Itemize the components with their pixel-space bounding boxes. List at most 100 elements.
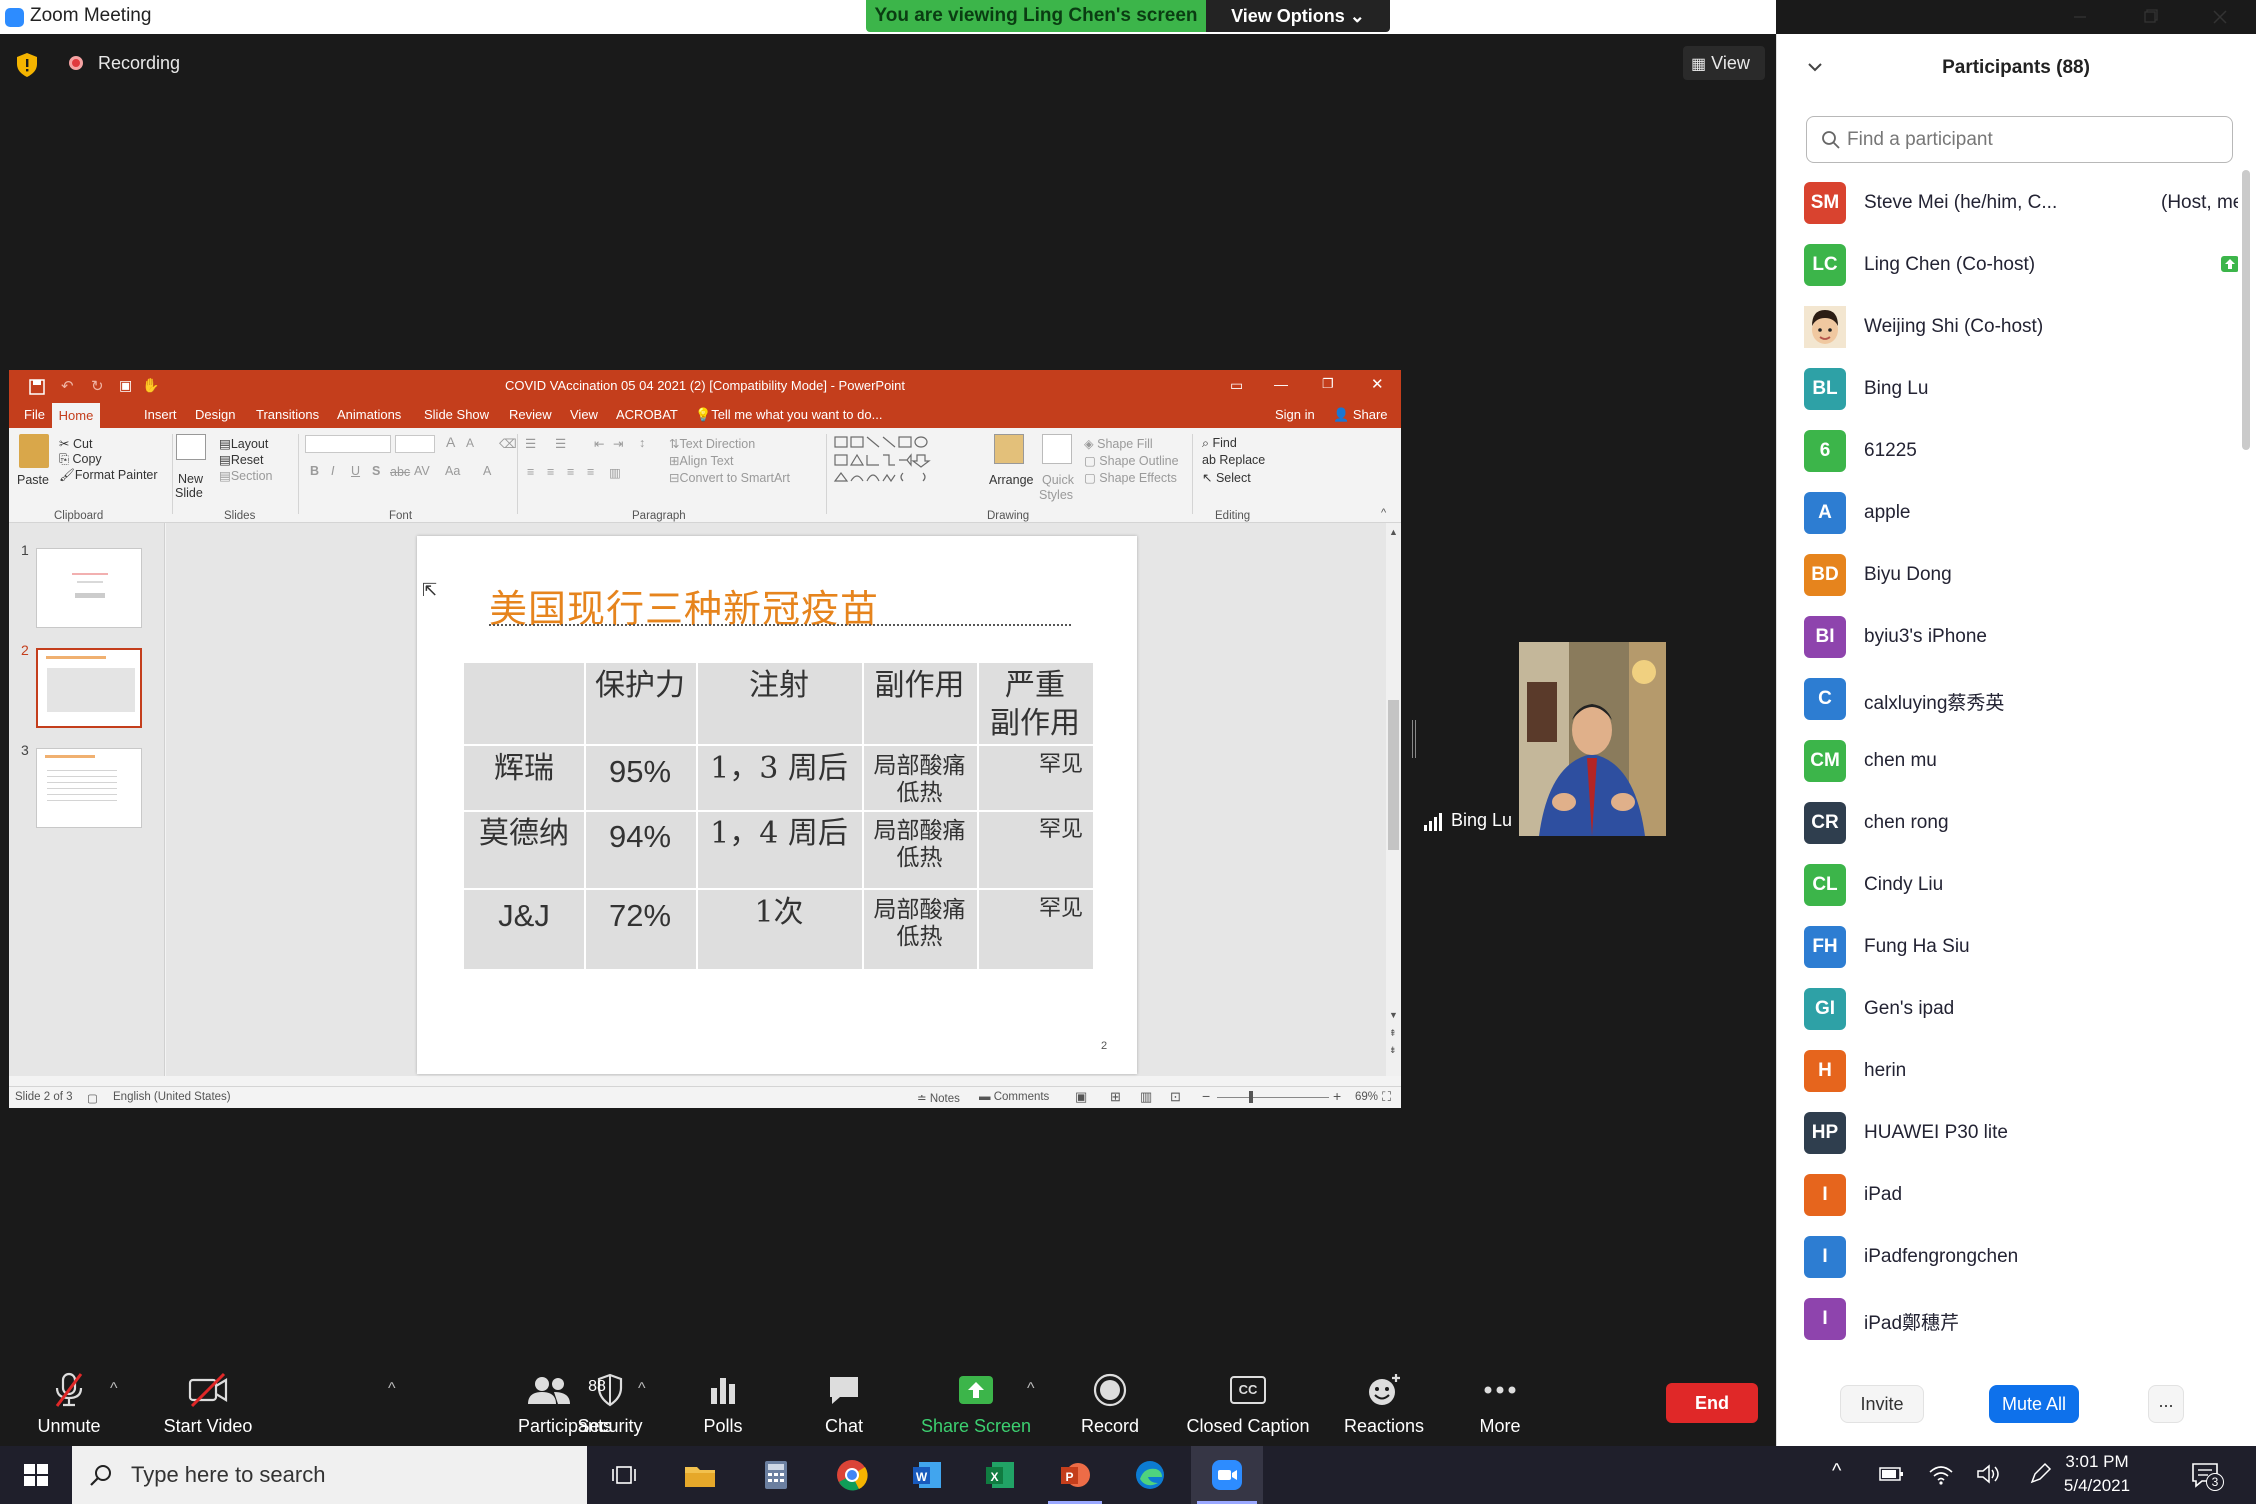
shape-effects-button[interactable]: ▢ Shape Effects [1084, 470, 1177, 485]
tab-acrobat[interactable]: ACROBAT [616, 407, 678, 422]
excel-button[interactable]: X [964, 1446, 1036, 1504]
scroll-up-icon[interactable]: ▲ [1389, 527, 1398, 537]
participant-row[interactable]: IiPad [1776, 1160, 2238, 1222]
edge-button[interactable] [1114, 1446, 1186, 1504]
ppt-close-icon[interactable]: ✕ [1371, 375, 1384, 393]
participant-row[interactable]: IiPadfengrongchen [1776, 1222, 2238, 1284]
find-button[interactable]: ⌕ Find [1202, 436, 1237, 451]
zoom-in-icon[interactable]: + [1333, 1088, 1341, 1104]
tab-home[interactable]: Home [52, 403, 100, 428]
word-button[interactable]: W [891, 1446, 963, 1504]
share-screen-button[interactable]: Share Screen [921, 1370, 1031, 1437]
participants-caret-icon[interactable]: ^ [638, 1380, 646, 1398]
paste-icon[interactable] [19, 434, 49, 468]
zoom-taskbar-button[interactable] [1191, 1446, 1263, 1504]
record-button[interactable]: Record [1070, 1370, 1150, 1437]
reading-view-icon[interactable]: ▥ [1140, 1089, 1152, 1105]
tab-transitions[interactable]: Transitions [256, 407, 319, 422]
tab-design[interactable]: Design [195, 407, 235, 422]
underline-icon[interactable]: U [351, 464, 360, 478]
shape-fill-button[interactable]: ◈ Shape Fill [1084, 436, 1153, 451]
next-slide-icon[interactable]: ⇟ [1389, 1045, 1397, 1056]
more-options-button[interactable]: ... [2148, 1385, 2184, 1423]
volume-icon[interactable] [1976, 1462, 2002, 1486]
file-explorer-button[interactable] [664, 1446, 736, 1504]
slideshow-view-icon[interactable]: ⊡ [1170, 1089, 1181, 1105]
italic-icon[interactable]: I [331, 464, 334, 478]
participant-row[interactable]: BD Biyu Dong [1776, 540, 2238, 602]
spellcheck-icon[interactable]: ▢ [87, 1091, 98, 1105]
video-tile-bing-lu[interactable] [1519, 642, 1666, 836]
zoom-level[interactable]: 69% [1355, 1091, 1378, 1103]
quick-styles-label-2[interactable]: Styles [1039, 488, 1073, 502]
minimize-button[interactable] [2045, 0, 2115, 34]
participant-row[interactable]: Weijing Shi (Co-host) [1776, 292, 2238, 354]
new-slide-icon[interactable] [176, 434, 206, 460]
tab-slide-show[interactable]: Slide Show [424, 407, 489, 422]
scroll-down-icon[interactable]: ▼ [1389, 1010, 1398, 1020]
audio-options-caret-icon[interactable]: ^ [110, 1380, 118, 1398]
align-left-icon[interactable]: ≡ [527, 465, 534, 479]
start-video-button[interactable]: Start Video [152, 1370, 264, 1437]
ppt-share-button[interactable]: 👤 Share [1333, 407, 1388, 423]
tab-file[interactable]: File [24, 407, 45, 422]
participant-row[interactable]: CL Cindy Liu [1776, 850, 2238, 912]
slide-thumbnail-1[interactable] [36, 548, 142, 628]
sign-in-link[interactable]: Sign in [1275, 407, 1315, 422]
text-direction-button[interactable]: ⇅Text Direction [669, 436, 755, 451]
participant-row[interactable]: FH Fung Ha Siu [1776, 912, 2238, 974]
tab-animations[interactable]: Animations [337, 407, 401, 422]
select-button[interactable]: ↖ Select [1202, 470, 1251, 485]
slide-thumbnail-2[interactable] [36, 648, 142, 728]
search-input[interactable] [1847, 117, 2227, 162]
clear-format-icon[interactable]: ⌫ [499, 436, 517, 451]
participant-row[interactable]: Aapple [1776, 478, 2238, 540]
shapes-gallery-icon[interactable] [833, 434, 973, 492]
font-color-icon[interactable]: A [483, 464, 491, 478]
increase-indent-icon[interactable]: ⇥ [613, 436, 623, 451]
task-view-button[interactable] [588, 1446, 660, 1504]
shadow-icon[interactable]: S [372, 464, 380, 478]
mute-all-button[interactable]: Mute All [1989, 1385, 2079, 1423]
section-button[interactable]: ▤Section [219, 468, 273, 483]
participant-search[interactable] [1806, 116, 2233, 163]
shape-outline-button[interactable]: ▢ Shape Outline [1084, 453, 1179, 468]
replace-button[interactable]: ab Replace [1202, 453, 1265, 467]
char-spacing-icon[interactable]: AV [414, 464, 430, 478]
participant-row[interactable]: SMSteve Mei (he/him, C...(Host, me) [1776, 168, 2238, 230]
bullets-icon[interactable]: ☰ [525, 436, 536, 451]
align-text-button[interactable]: ⊞Align Text [669, 453, 733, 468]
prev-slide-icon[interactable]: ⇞ [1389, 1028, 1397, 1039]
polls-button[interactable]: Polls [683, 1370, 763, 1437]
participant-row[interactable]: BL Bing Lu [1776, 354, 2238, 416]
pen-icon[interactable] [2028, 1462, 2052, 1486]
participant-row[interactable]: Hherin [1776, 1036, 2238, 1098]
layout-button[interactable]: ▤Layout [219, 436, 268, 451]
wifi-icon[interactable] [1928, 1462, 1954, 1486]
arrange-label[interactable]: Arrange [989, 473, 1033, 487]
convert-smartart-button[interactable]: ⊟Convert to SmartArt [669, 470, 790, 485]
participant-row[interactable]: HP HUAWEI P30 lite [1776, 1098, 2238, 1160]
powerpoint-button[interactable]: P [1039, 1446, 1111, 1504]
tab-insert[interactable]: Insert [144, 407, 177, 422]
shield-icon[interactable] [14, 51, 40, 79]
participant-row[interactable]: LC Ling Chen (Co-host) [1776, 230, 2238, 292]
align-right-icon[interactable]: ≡ [567, 465, 574, 479]
language-status[interactable]: English (United States) [113, 1091, 231, 1103]
tab-view[interactable]: View [570, 407, 598, 422]
zoom-out-icon[interactable]: − [1202, 1088, 1210, 1104]
participants-button[interactable]: 88 Participants [515, 1370, 615, 1437]
divider-handle[interactable] [1412, 720, 1416, 758]
font-family-select[interactable] [305, 435, 391, 453]
participant-row[interactable]: Ccalxluying蔡秀英 [1776, 664, 2238, 726]
bold-icon[interactable]: B [310, 464, 319, 478]
font-grow-icon[interactable]: A [446, 434, 455, 450]
justify-icon[interactable]: ≡ [587, 465, 594, 479]
chat-button[interactable]: Chat [806, 1370, 882, 1437]
font-size-select[interactable] [395, 435, 435, 453]
chrome-button[interactable] [816, 1446, 888, 1504]
notes-button[interactable]: ≐ Notes [917, 1091, 960, 1105]
ppt-restore-icon[interactable]: ❐ [1322, 376, 1334, 392]
ppt-minimize-icon[interactable]: — [1274, 376, 1288, 392]
view-button[interactable]: ▦ View [1683, 46, 1765, 80]
